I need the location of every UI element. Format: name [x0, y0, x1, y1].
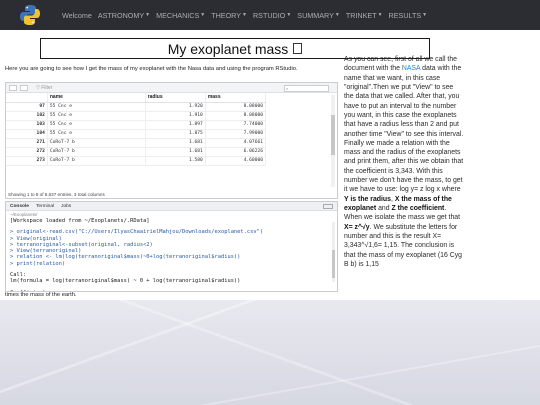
- column-header-index[interactable]: [6, 93, 48, 103]
- table-row: 103 55 Cnc e 1.897 7.74000: [6, 120, 267, 130]
- console-scrollbar[interactable]: [332, 222, 335, 282]
- table-row: 272 CoRoT-7 b 1.681 6.06226: [6, 147, 267, 157]
- explanation-text: As you can see, first of all we call the…: [344, 56, 464, 268]
- tab-terminal[interactable]: Terminal: [36, 204, 54, 209]
- nav-rstudio[interactable]: RSTUDIO ▼: [253, 11, 291, 20]
- console-tabs: Console Terminal Jobs: [6, 202, 337, 211]
- nav-results[interactable]: RESULTS ▼: [389, 11, 428, 20]
- nav-welcome[interactable]: Welcome: [62, 11, 92, 20]
- navbar: Welcome ASTRONOMY ▼ MECHANICS ▼ THEORY ▼ RS…: [0, 0, 540, 30]
- table-row: 273 CoRoT-7 b 1.580 4.60000: [6, 156, 267, 166]
- column-header-mass[interactable]: mass: [205, 93, 267, 103]
- rstudio-console: Console Terminal Jobs ~/Exoplanets/ [Wor…: [5, 201, 338, 292]
- column-header-name[interactable]: name: [47, 93, 146, 103]
- python-logo-icon[interactable]: [18, 3, 42, 27]
- caret-down-icon: ▼: [334, 12, 340, 18]
- nav-summary[interactable]: SUMMARY ▼: [297, 11, 340, 20]
- nav-astronomy[interactable]: ASTRONOMY ▼: [98, 11, 150, 20]
- scrollbar-thumb[interactable]: [331, 115, 335, 155]
- nav-mechanics[interactable]: MECHANICS ▼: [156, 11, 205, 20]
- caret-down-icon: ▼: [286, 12, 292, 18]
- nav-trinket[interactable]: TRINKET ▼: [346, 11, 383, 20]
- table-row: 271 CoRoT-7 b 1.681 4.07661: [6, 138, 267, 148]
- popout-icon[interactable]: [20, 84, 28, 91]
- filter-button[interactable]: ▽ Filter: [36, 85, 52, 91]
- background-decoration: [0, 300, 540, 405]
- table-row: 104 55 Cnc e 1.875 7.99000: [6, 129, 267, 139]
- caret-down-icon: ▼: [242, 12, 247, 18]
- back-icon[interactable]: [9, 84, 17, 91]
- scrollbar-thumb[interactable]: [332, 250, 335, 278]
- data-table: name radius mass 97 55 Cnc e 1.920 8.08000 …: [6, 93, 267, 166]
- console-path: ~/Exoplanets/: [10, 212, 38, 217]
- caret-down-icon: ▼: [200, 12, 206, 18]
- nav-theory[interactable]: THEORY ▼: [211, 11, 247, 20]
- minimize-icon[interactable]: [323, 204, 333, 209]
- console-output[interactable]: [Workspace loaded from ~/Exoplanets/.RDa…: [6, 218, 337, 291]
- intro-text: Here you are going to see how I get the …: [5, 66, 298, 72]
- table-row: 102 55 Cnc e 1.910 8.08000: [6, 111, 267, 121]
- caret-down-icon: ▼: [145, 12, 151, 18]
- outro-text: times the mass of the earth.: [5, 292, 77, 298]
- column-header-radius[interactable]: radius: [145, 93, 206, 103]
- nasa-link[interactable]: NASA: [402, 65, 420, 72]
- caret-down-icon: ▼: [377, 12, 383, 18]
- caret-down-icon: ▼: [422, 12, 428, 18]
- rstudio-data-viewer: ▽ Filter ⌕ name radius mass 97 55 Cnc e 1.…: [5, 82, 338, 199]
- viewer-search-input[interactable]: ⌕: [284, 85, 329, 92]
- missing-glyph-icon: [293, 43, 303, 54]
- tab-console[interactable]: Console: [10, 204, 29, 209]
- viewer-toolbar: ▽ Filter ⌕: [6, 83, 337, 93]
- viewer-scrollbar[interactable]: [331, 95, 335, 187]
- viewer-status: Showing 1 to 8 of 8,637 entries, 3 total…: [8, 192, 105, 197]
- tab-jobs[interactable]: Jobs: [61, 204, 71, 209]
- table-row: 97 55 Cnc e 1.920 8.08000: [6, 102, 267, 112]
